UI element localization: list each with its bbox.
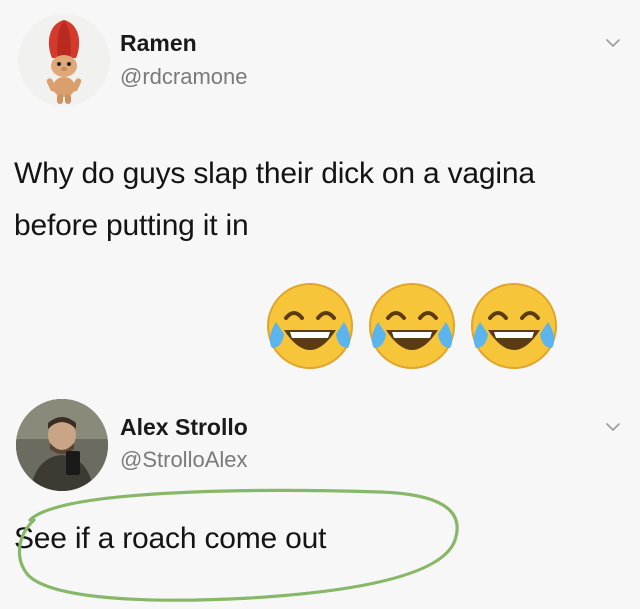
tweet-text: See if a roach come out bbox=[14, 522, 327, 555]
face-with-tears-of-joy-icon bbox=[471, 283, 557, 369]
chevron-down-icon[interactable] bbox=[604, 34, 622, 52]
author-handle[interactable]: @StrolloAlex bbox=[120, 447, 248, 473]
troll-doll-avatar-icon bbox=[18, 14, 110, 106]
tweet-text: Why do guys slap their dick on a vagina … bbox=[14, 148, 634, 252]
avatar-troll[interactable] bbox=[18, 14, 110, 106]
person-selfie-avatar-icon bbox=[16, 399, 108, 491]
chevron-down-icon[interactable] bbox=[604, 418, 622, 436]
avatar-photo[interactable] bbox=[16, 399, 108, 491]
tweet-text-line-1: Why do guys slap their dick on a vagina bbox=[14, 157, 535, 190]
tweet-ramen: Ramen @rdcramone Why do guys slap their … bbox=[0, 0, 640, 385]
emoji-group bbox=[262, 278, 562, 378]
face-with-tears-of-joy-icon bbox=[267, 283, 353, 369]
author-name[interactable]: Ramen bbox=[120, 30, 197, 57]
author-name[interactable]: Alex Strollo bbox=[120, 414, 248, 441]
face-with-tears-of-joy-icon bbox=[369, 283, 455, 369]
tweet-text-line-2: before putting it in bbox=[14, 209, 249, 242]
author-handle[interactable]: @rdcramone bbox=[120, 64, 248, 90]
tweet-alex-strollo: Alex Strollo @StrolloAlex See if a roach… bbox=[0, 385, 640, 609]
